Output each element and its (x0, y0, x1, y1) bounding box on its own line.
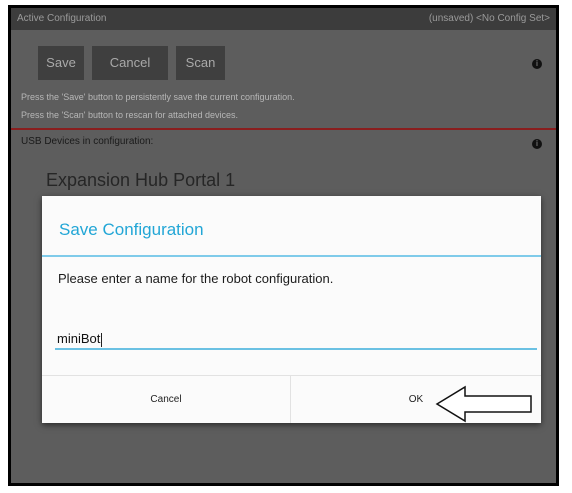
dialog-message: Please enter a name for the robot config… (58, 271, 334, 286)
save-configuration-dialog: Save Configuration Please enter a name f… (42, 196, 541, 423)
arrow-left-icon (435, 385, 532, 423)
dialog-cancel-button[interactable]: Cancel (42, 376, 290, 423)
dialog-title-divider (42, 255, 541, 257)
modal-overlay: Save Configuration Please enter a name f… (11, 8, 556, 483)
config-name-value: miniBot (57, 331, 101, 346)
app-window: Active Configuration (unsaved) <No Confi… (8, 5, 559, 486)
config-name-input[interactable]: miniBot (55, 328, 537, 350)
text-caret (101, 332, 103, 347)
dialog-title: Save Configuration (59, 220, 204, 239)
